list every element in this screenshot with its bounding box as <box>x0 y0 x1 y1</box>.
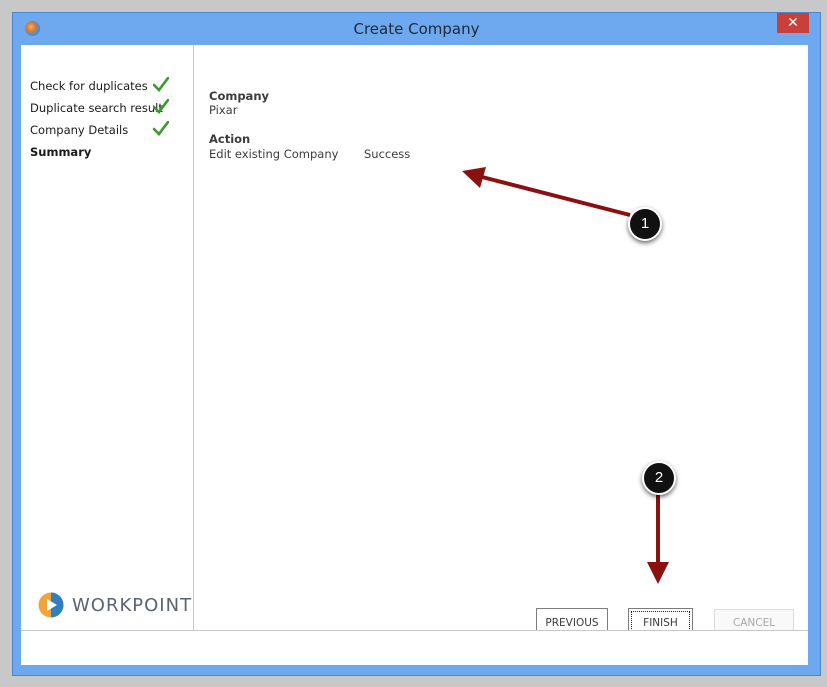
action-value: Edit existing Company <box>209 147 339 161</box>
action-status: Success <box>364 147 411 161</box>
step-check-duplicates: Check for duplicates <box>30 79 148 93</box>
company-value: Pixar <box>209 103 238 117</box>
wizard-sidebar: Check for duplicates Duplicate search re… <box>21 45 194 630</box>
checkmark-icon <box>153 99 169 114</box>
step-summary: Summary <box>30 145 92 159</box>
step-company-details: Company Details <box>30 123 129 137</box>
action-heading: Action <box>209 132 251 146</box>
dialog-content: Check for duplicates Duplicate search re… <box>21 45 808 636</box>
workpoint-logo-icon <box>38 592 64 618</box>
annotation-badge-1: 1 <box>628 207 662 241</box>
summary-panel: Company Pixar Action Edit existing Compa… <box>194 45 808 636</box>
dialog-window: Create Company ✕ Check for duplicates Du… <box>12 12 821 676</box>
dialog-footer <box>21 630 808 665</box>
checkmark-icon <box>153 121 169 136</box>
step-duplicate-search-result: Duplicate search result <box>30 101 163 115</box>
company-heading: Company <box>209 89 269 103</box>
annotation-badge-2: 2 <box>642 461 676 495</box>
close-button[interactable]: ✕ <box>777 13 809 33</box>
checkmark-icon <box>153 77 169 92</box>
window-title: Create Company <box>353 20 480 38</box>
logo-text: WORKPOINT <box>72 595 193 616</box>
title-bar[interactable]: Create Company ✕ <box>13 13 820 45</box>
